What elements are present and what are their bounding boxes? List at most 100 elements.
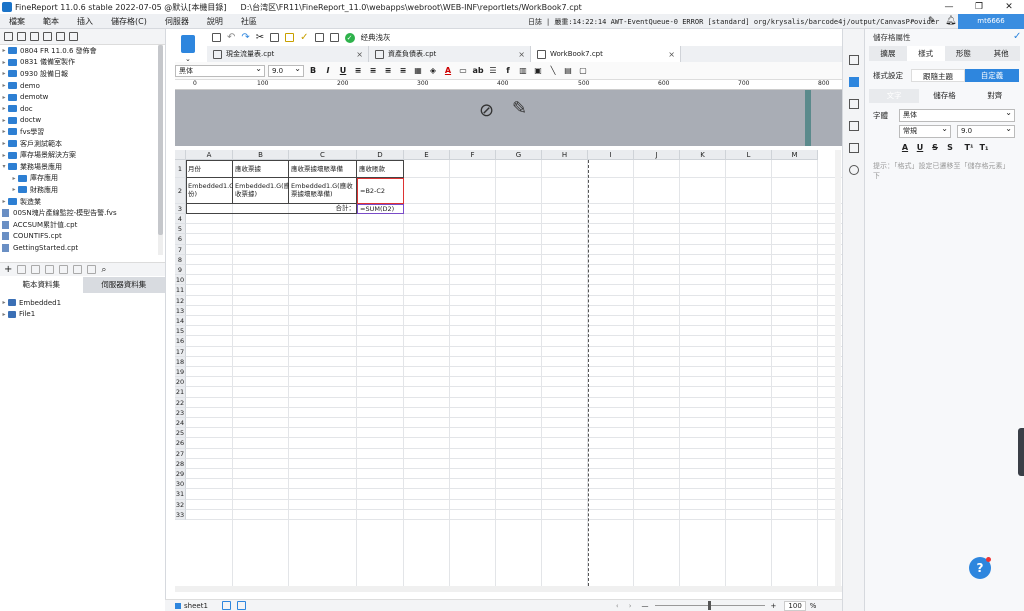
dataset-item[interactable]: ▸ File1: [0, 309, 165, 321]
font-size-select[interactable]: 9.0: [268, 63, 304, 77]
header-boundary[interactable]: [805, 90, 811, 146]
tree-item[interactable]: ▾ 業務場景應用: [0, 161, 165, 173]
tree-item[interactable]: ▸ 0804 FR 11.0.6 發佈會: [0, 45, 165, 57]
cell-d3[interactable]: =SUM(D2): [357, 204, 404, 214]
new-folder-icon[interactable]: [17, 32, 26, 41]
menu-community[interactable]: 社區: [232, 16, 266, 27]
align-center-icon[interactable]: ≡: [367, 66, 379, 75]
copy-icon[interactable]: [270, 33, 280, 42]
row-header[interactable]: 9: [175, 265, 186, 276]
cell-b1[interactable]: 應收票據: [233, 160, 289, 178]
tree-item[interactable]: ▸ doc: [0, 103, 165, 115]
row-header[interactable]: 17: [175, 346, 186, 357]
row-header[interactable]: 8: [175, 254, 186, 265]
bell-icon[interactable]: 🔔︎: [945, 16, 956, 26]
row-header[interactable]: 14: [175, 316, 186, 327]
tree-item[interactable]: ▸ 0930 設備日報: [0, 68, 165, 80]
zoom-slider[interactable]: [654, 601, 765, 610]
chart-icon[interactable]: ▥: [517, 66, 529, 75]
superscript-button[interactable]: T¹: [963, 143, 975, 152]
expand-arrow-icon[interactable]: ▸: [0, 59, 8, 66]
close-button[interactable]: ✕: [994, 0, 1024, 14]
row-header[interactable]: 20: [175, 377, 186, 388]
tree-item[interactable]: COUNTIFS.cpt: [0, 231, 165, 243]
maximize-button[interactable]: ❐: [964, 0, 994, 14]
expand-arrow-icon[interactable]: ▸: [0, 94, 8, 101]
side-handle[interactable]: [1018, 428, 1024, 476]
expand-arrow-icon[interactable]: ▸: [0, 311, 8, 318]
expand-arrow-icon[interactable]: ▸: [0, 152, 8, 159]
tree-item[interactable]: ▸ fvs學習: [0, 126, 165, 138]
param-dataset-icon[interactable]: [73, 265, 83, 274]
row-header[interactable]: 7: [175, 244, 186, 255]
italic-button[interactable]: I: [322, 66, 334, 75]
row-header[interactable]: 13: [175, 305, 186, 316]
expand-arrow-icon[interactable]: ▸: [0, 198, 8, 205]
row-header[interactable]: 16: [175, 336, 186, 347]
row-header[interactable]: 19: [175, 367, 186, 378]
edit-dataset-icon[interactable]: [17, 265, 27, 274]
page-header-area[interactable]: ⊘ ✎: [175, 90, 842, 146]
row-header[interactable]: 10: [175, 275, 186, 286]
tab-workbook7[interactable]: WorkBook7.cpt ×: [531, 46, 681, 62]
custom-style-button[interactable]: 自定義: [965, 68, 1019, 82]
merge-cell-icon[interactable]: ▭: [457, 66, 469, 75]
row-header[interactable]: 28: [175, 458, 186, 469]
delete-dataset-icon[interactable]: [31, 265, 41, 274]
frozen-icon[interactable]: ▢: [577, 66, 589, 75]
strikethrough-button[interactable]: S: [929, 143, 941, 152]
horizontal-scrollbar[interactable]: [175, 586, 842, 592]
formula-icon[interactable]: f: [502, 66, 514, 75]
tree-item[interactable]: 00SN塊片產線監控-模型告警.fvs: [0, 207, 165, 219]
expand-arrow-icon[interactable]: ▸: [0, 117, 8, 124]
web-attr-icon[interactable]: [329, 33, 339, 42]
zoom-out-button[interactable]: —: [642, 602, 649, 610]
sub-report-icon[interactable]: ▤: [562, 66, 574, 75]
row-header[interactable]: 24: [175, 418, 186, 429]
column-header[interactable]: M: [772, 150, 818, 160]
expand-arrow-icon[interactable]: ▸: [10, 186, 18, 193]
menu-help[interactable]: 說明: [198, 16, 232, 27]
menu-cell[interactable]: 儲存格(C): [102, 16, 156, 27]
close-tab-icon[interactable]: ×: [356, 50, 363, 59]
expand-arrow-icon[interactable]: ▸: [0, 105, 8, 112]
row-header[interactable]: 30: [175, 479, 186, 490]
tree-item[interactable]: ▸ 0831 儀備室製作: [0, 57, 165, 69]
column-header[interactable]: E: [404, 150, 450, 160]
open-icon[interactable]: [30, 32, 39, 41]
follow-theme-button[interactable]: 跟隨主題: [911, 68, 965, 82]
font-family-select[interactable]: 黑体: [175, 63, 265, 77]
cut-icon[interactable]: ✂: [256, 32, 264, 43]
cell-c2[interactable]: Embedded1.G(應收票據壞賬準備): [289, 178, 357, 204]
row-header[interactable]: 26: [175, 438, 186, 449]
cell-d2[interactable]: =B2-C2: [357, 178, 404, 204]
font-style-select[interactable]: 常規: [899, 123, 951, 138]
spreadsheet-grid[interactable]: A B C D E F G H I J K L M 1 2 3 4 5 6 7 8 9 10 11 12 13 14 15 16 17 18…: [175, 150, 842, 586]
tab-template-dataset[interactable]: 範本資料集: [0, 277, 83, 293]
confirm-check-icon[interactable]: ✓: [1013, 31, 1021, 42]
lock-icon[interactable]: [43, 32, 52, 41]
vertical-scrollbar[interactable]: [835, 150, 841, 586]
column-header[interactable]: J: [634, 150, 680, 160]
tree-item[interactable]: ▸ doctw: [0, 115, 165, 127]
row-header[interactable]: 12: [175, 295, 186, 306]
tree-item[interactable]: ▸ demo: [0, 80, 165, 92]
expand-arrow-icon[interactable]: ▾: [0, 163, 8, 170]
tree-item[interactable]: ▸ demotw: [0, 91, 165, 103]
delete-icon[interactable]: [69, 32, 78, 41]
menu-file[interactable]: 檔案: [0, 16, 34, 27]
theme-button[interactable]: 经典浅灰: [361, 32, 391, 43]
cell-a1[interactable]: 月份: [186, 160, 233, 178]
tree-item[interactable]: GettingStarted.cpt: [0, 242, 165, 254]
template-type-icon[interactable]: ⌄: [167, 31, 207, 65]
align-right-icon[interactable]: ≡: [382, 66, 394, 75]
menu-template[interactable]: 範本: [34, 16, 68, 27]
tree-item[interactable]: ▸ 庫存場景解決方案: [0, 149, 165, 161]
column-header[interactable]: H: [542, 150, 588, 160]
tree-item[interactable]: ▸ 客戶測試範本: [0, 138, 165, 150]
edit-pencil-icon[interactable]: ✎: [512, 98, 527, 119]
image-icon[interactable]: ▣: [532, 66, 544, 75]
expand-arrow-icon[interactable]: ▸: [10, 175, 18, 182]
tree-item[interactable]: ▸ 財務應用: [0, 184, 165, 196]
copy-dataset-icon[interactable]: [45, 265, 55, 274]
